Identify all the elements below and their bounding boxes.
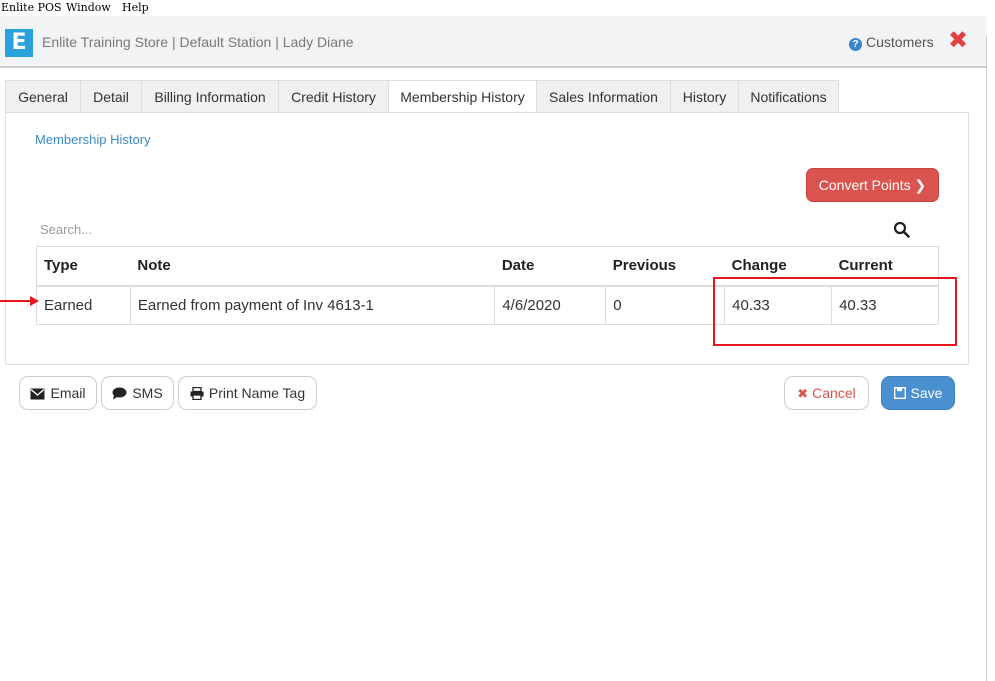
cancel-label: Cancel xyxy=(812,385,856,401)
cell-type: Earned xyxy=(36,285,131,325)
close-icon[interactable]: ✖ xyxy=(948,26,968,54)
tab-membership-history[interactable]: Membership History xyxy=(388,80,537,114)
print-name-tag-label: Print Name Tag xyxy=(208,385,306,401)
cell-previous: 0 xyxy=(605,285,726,325)
header-bar: E Enlite Training Store | Default Statio… xyxy=(0,16,987,68)
chat-bubble-icon xyxy=(112,387,127,400)
customers-label: Customers xyxy=(866,34,934,50)
email-label: Email xyxy=(50,385,86,401)
tab-billing-information[interactable]: Billing Information xyxy=(141,80,279,113)
cancel-button[interactable]: ✖ Cancel xyxy=(784,376,869,410)
column-header-previous[interactable]: Previous xyxy=(605,246,725,287)
save-button[interactable]: Save xyxy=(881,376,955,410)
tab-notifications[interactable]: Notifications xyxy=(738,80,839,113)
email-button[interactable]: Email xyxy=(19,376,97,410)
header-title: Enlite Training Store | Default Station … xyxy=(42,34,354,50)
sms-button[interactable]: SMS xyxy=(101,376,174,410)
search-icon[interactable] xyxy=(893,221,910,238)
cell-date: 4/6/2020 xyxy=(494,285,607,325)
save-label: Save xyxy=(910,385,943,401)
customers-link[interactable]: ? Customers xyxy=(849,34,934,51)
menubar: Enlite POS Window Help xyxy=(0,0,995,16)
annotation-highlight-box xyxy=(713,277,957,346)
scrollbar[interactable] xyxy=(986,36,995,681)
tab-detail[interactable]: Detail xyxy=(80,80,142,113)
search-input[interactable] xyxy=(36,213,893,245)
column-header-date[interactable]: Date xyxy=(494,246,606,287)
section-title[interactable]: Membership History xyxy=(35,132,151,147)
menu-help[interactable]: Help xyxy=(122,1,149,14)
tab-general[interactable]: General xyxy=(5,80,81,113)
help-circle-icon: ? xyxy=(849,38,862,51)
app-logo: E xyxy=(5,29,33,57)
tab-credit-history[interactable]: Credit History xyxy=(278,80,389,113)
tab-sales-information[interactable]: Sales Information xyxy=(536,80,671,113)
column-header-type[interactable]: Type xyxy=(36,246,131,287)
envelope-icon xyxy=(30,388,45,400)
app-window: Enlite POS Window Help E Enlite Training… xyxy=(0,0,995,681)
sms-label: SMS xyxy=(132,385,163,401)
menu-app[interactable]: Enlite POS xyxy=(1,1,62,14)
close-icon: ✖ xyxy=(797,386,809,401)
annotation-arrow-icon xyxy=(30,296,39,306)
printer-icon xyxy=(190,387,204,400)
chevron-right-icon: ❯ xyxy=(914,177,927,193)
column-header-note[interactable]: Note xyxy=(130,246,495,287)
floppy-disk-icon xyxy=(893,387,906,399)
convert-points-button[interactable]: Convert Points ❯ xyxy=(806,168,939,202)
print-name-tag-button[interactable]: Print Name Tag xyxy=(178,376,317,410)
tab-history[interactable]: History xyxy=(670,80,739,113)
menu-window[interactable]: Window xyxy=(66,1,111,14)
cell-note: Earned from payment of Inv 4613-1 xyxy=(129,285,496,325)
convert-points-label: Convert Points xyxy=(818,177,911,193)
